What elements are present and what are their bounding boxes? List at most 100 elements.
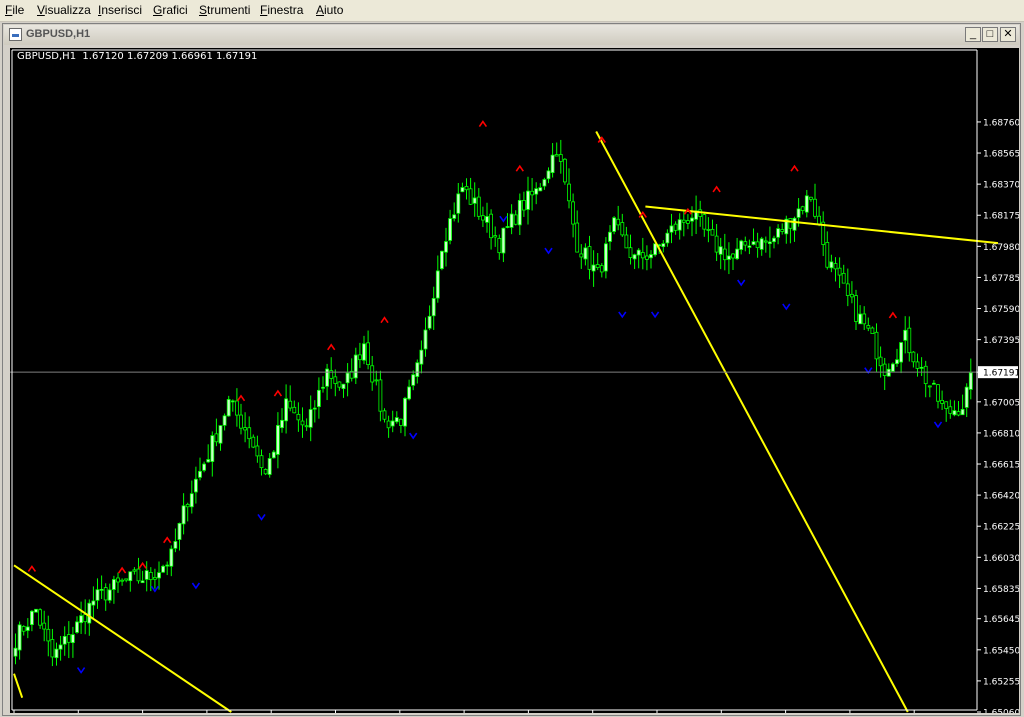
candle-body <box>907 327 912 354</box>
price-tick-label: 1.66810 <box>983 429 1019 439</box>
fractal-down-arrow <box>737 279 746 287</box>
candle-body <box>850 293 854 298</box>
candle-body <box>280 419 284 429</box>
fractal-up-arrow <box>327 343 336 351</box>
candle-body <box>792 217 797 231</box>
price-chart[interactable]: 1.68760 1.68565 1.68370 1.68175 1.67980 1.677… <box>10 48 1019 713</box>
candle-body <box>259 455 264 469</box>
candle-body <box>645 255 649 260</box>
candle-body <box>169 548 174 567</box>
candle-body <box>128 571 133 582</box>
candle-body <box>522 199 526 211</box>
candle-body <box>132 569 137 572</box>
candle-body <box>83 614 88 623</box>
candle-body <box>480 215 485 221</box>
candle-body <box>903 329 908 341</box>
candle-body <box>292 406 297 414</box>
trend-line <box>595 131 909 713</box>
candle-body <box>206 459 211 463</box>
candle-body <box>296 413 301 421</box>
maximize-button[interactable]: □ <box>982 27 998 42</box>
menu-visualizza[interactable]: Visualizza <box>37 3 91 17</box>
fractal-up-arrow <box>138 561 147 569</box>
candle-body <box>497 238 502 254</box>
candle-body <box>308 409 313 428</box>
candle-body <box>595 264 600 268</box>
candle-body <box>550 154 555 174</box>
chart-window-icon <box>9 28 22 41</box>
candle-body <box>862 313 867 325</box>
candle-body <box>538 187 543 192</box>
candle-body <box>837 267 842 276</box>
price-tick-label: 1.66225 <box>983 523 1019 533</box>
candle-body <box>743 241 748 246</box>
fractal-down-arrow <box>191 582 201 590</box>
candle-body <box>431 298 436 317</box>
candle-body <box>357 354 362 361</box>
candle-body <box>854 295 858 322</box>
candle-body <box>747 245 752 248</box>
candle-body <box>185 503 190 508</box>
price-tick-label: 1.66030 <box>983 554 1019 564</box>
fractal-down-arrow <box>76 667 86 674</box>
price-tick-label: 1.67980 <box>983 243 1019 253</box>
candle-body <box>669 225 674 233</box>
candle-body <box>534 188 539 195</box>
candle-body <box>653 243 657 256</box>
candle-body <box>501 227 506 254</box>
candle-body <box>530 190 534 196</box>
menu-grafici[interactable]: Grafici <box>153 3 188 17</box>
candle-body <box>722 248 727 261</box>
fractal-up-arrow <box>712 185 721 193</box>
fractal-up-arrow <box>163 536 172 544</box>
candle-body <box>727 255 731 260</box>
menu-finestra[interactable]: Finestra <box>260 3 303 17</box>
candle-body <box>378 379 383 412</box>
candle-body <box>911 351 916 363</box>
candle-body <box>895 359 899 365</box>
candle-body <box>870 327 875 335</box>
candle-body <box>415 362 420 377</box>
candle-body <box>485 216 489 223</box>
candle-body <box>686 220 690 224</box>
menu-file[interactable]: File <box>5 3 24 17</box>
candle-body <box>423 329 428 350</box>
candle-body <box>304 425 309 428</box>
candle-body <box>435 270 440 299</box>
candle-body <box>673 223 678 231</box>
close-button[interactable]: ✕ <box>1000 27 1016 42</box>
candle-body <box>608 231 612 242</box>
candle-body <box>120 579 124 582</box>
candle-body <box>841 272 846 284</box>
candle-body <box>439 250 444 269</box>
fractal-down-arrow <box>618 311 627 319</box>
candle-body <box>505 226 510 228</box>
candle-body <box>198 470 202 478</box>
trend-line <box>13 673 24 698</box>
price-tick-label: 1.66420 <box>983 492 1019 502</box>
candle-body <box>263 469 268 475</box>
menu-aiuto[interactable]: Aiuto <box>316 3 343 17</box>
fractal-up-arrow <box>236 394 246 402</box>
candle-body <box>927 385 932 388</box>
candle-body <box>95 589 100 601</box>
candle-body <box>899 342 903 363</box>
fractal-up-arrow <box>888 311 898 319</box>
candle-body <box>407 386 412 400</box>
fractal-down-arrow <box>650 311 660 319</box>
candle-body <box>833 263 838 270</box>
candle-body <box>804 195 809 213</box>
candle-body <box>193 478 198 493</box>
candle-body <box>452 214 457 219</box>
minimize-button[interactable]: _ <box>965 27 981 42</box>
price-tick-label: 1.68565 <box>983 150 1019 160</box>
chart-window-titlebar[interactable]: GBPUSD,H1 _ □ ✕ <box>4 25 1019 45</box>
menu-inserisci[interactable]: Inserisci <box>98 3 142 17</box>
candle-body <box>214 433 219 443</box>
candlestick-chart-svg[interactable]: 1.68760 1.68565 1.68370 1.68175 1.67980 1.677… <box>10 48 1019 713</box>
menu-strumenti[interactable]: Strumenti <box>199 3 250 17</box>
candle-body <box>226 399 231 417</box>
candle-body <box>202 463 207 471</box>
candle-body <box>321 386 325 389</box>
candle-body <box>780 229 785 232</box>
